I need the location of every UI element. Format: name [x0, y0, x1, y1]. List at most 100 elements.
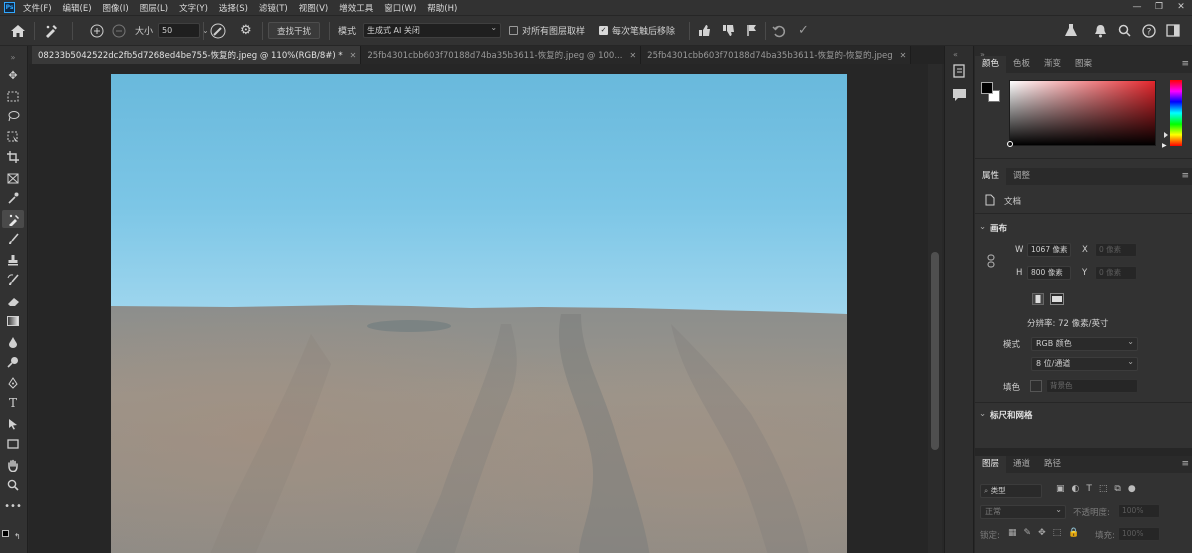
layer-kind-filter[interactable]: ⌕ 类型 [980, 484, 1042, 498]
object-selection-tool-icon[interactable] [2, 128, 24, 146]
chevron-down-icon[interactable]: ⌄ [979, 409, 986, 419]
checkbox-icon[interactable] [509, 26, 518, 35]
lock-transparency-icon[interactable]: ▦ [1008, 528, 1017, 538]
chevron-down-icon[interactable]: ⌄ [979, 222, 986, 232]
tab-paths[interactable]: 路径 [1037, 456, 1068, 473]
canvas-section-title[interactable]: 画布 [990, 222, 1007, 234]
help-icon[interactable]: ? [1142, 16, 1156, 45]
checkbox-checked-icon[interactable]: ✓ [599, 26, 608, 35]
shape-filter-icon[interactable]: ⬚ [1099, 484, 1108, 494]
menu-plugins[interactable]: 增效工具 [339, 2, 373, 14]
flask-icon[interactable] [1064, 16, 1078, 45]
tab-color[interactable]: 颜色 [975, 56, 1007, 73]
fill-opacity-input[interactable]: 100% [1118, 527, 1160, 541]
menu-select[interactable]: 选择(S) [219, 2, 248, 14]
menu-file[interactable]: 文件(F) [23, 2, 52, 14]
opacity-input[interactable]: 100% [1118, 504, 1160, 518]
history-brush-tool-icon[interactable] [2, 271, 24, 289]
panel-menu-icon[interactable]: ≡ [1181, 56, 1189, 72]
link-icon[interactable] [987, 254, 995, 271]
remove-tool-preset-icon[interactable] [43, 16, 59, 45]
flag-icon[interactable] [746, 16, 758, 45]
fill-swatch[interactable] [1030, 380, 1042, 392]
swap-colors-icon[interactable]: ↰ [14, 532, 21, 541]
lock-position-icon[interactable]: ✥ [1038, 528, 1046, 538]
more-tools-icon[interactable]: ••• [2, 497, 24, 515]
photoshop-logo-icon[interactable]: Ps [4, 2, 15, 13]
frame-tool-icon[interactable] [2, 169, 24, 187]
lock-pixels-icon[interactable]: ✎ [1024, 528, 1032, 538]
collapse-toolbar-icon[interactable]: » [2, 48, 24, 66]
canvas-area[interactable] [29, 64, 928, 553]
brush-mode-subtract-icon[interactable] [112, 16, 126, 45]
menu-image[interactable]: 图像(I) [103, 2, 129, 14]
menu-help[interactable]: 帮助(H) [427, 2, 457, 14]
path-selection-tool-icon[interactable] [2, 415, 24, 433]
type-tool-icon[interactable]: T [2, 394, 24, 412]
hue-slider[interactable] [1164, 80, 1182, 146]
filter-toggle-icon[interactable]: ● [1128, 484, 1136, 494]
document-tab[interactable]: 25fb4301cbb603f70188d74ba35b3611-恢复的.jpe… [361, 46, 642, 64]
find-distractions-button[interactable]: 查找干扰 [268, 22, 321, 39]
panel-menu-icon[interactable]: ≡ [1181, 168, 1189, 184]
saturation-brightness-field[interactable] [1007, 80, 1156, 147]
height-input[interactable]: 800 像素 [1027, 266, 1071, 280]
mode-select[interactable]: 生成式 AI 关闭 ⌄ [363, 23, 502, 38]
gradient-tool-icon[interactable] [2, 312, 24, 330]
minimize-icon[interactable]: — [1126, 0, 1148, 15]
color-picker-marker[interactable] [1007, 141, 1013, 147]
comments-panel-icon[interactable] [952, 88, 967, 105]
bit-depth-select[interactable]: 8 位/通道 [1031, 356, 1138, 371]
thumbs-up-icon[interactable] [698, 16, 711, 45]
width-input[interactable]: 1067 像素 [1027, 243, 1071, 257]
document-tab[interactable]: 25fb4301cbb603f70188d74ba35b3611-恢复的-恢复的… [641, 46, 912, 64]
close-window-icon[interactable]: ✕ [1170, 0, 1192, 15]
color-swatches[interactable]: ↰ [0, 522, 28, 552]
color-mode-select[interactable]: RGB 颜色 [1031, 336, 1138, 351]
menu-edit[interactable]: 编辑(E) [63, 2, 92, 14]
menu-filter[interactable]: 滤镜(T) [259, 2, 288, 14]
crop-tool-icon[interactable] [2, 148, 24, 166]
x-input[interactable]: 0 像素 [1095, 243, 1137, 257]
remove-tool-icon[interactable] [2, 210, 24, 228]
tab-properties[interactable]: 属性 [975, 168, 1007, 185]
hue-slider-marker[interactable] [1164, 132, 1168, 138]
landscape-orientation-icon[interactable] [1050, 293, 1064, 305]
eyedropper-tool-icon[interactable] [2, 189, 24, 207]
rectangle-tool-icon[interactable] [2, 435, 24, 453]
search-icon[interactable] [1118, 16, 1131, 45]
cancel-icon[interactable] [772, 16, 786, 45]
foreground-mini-swatch[interactable] [2, 530, 9, 537]
menu-window[interactable]: 窗口(W) [384, 2, 416, 14]
tab-gradients[interactable]: 渐变 [1037, 56, 1068, 73]
bell-icon[interactable] [1094, 16, 1107, 45]
blur-tool-icon[interactable] [2, 333, 24, 351]
close-tab-icon[interactable]: ✕ [629, 51, 636, 60]
scrollbar-thumb[interactable] [931, 252, 939, 450]
gear-icon[interactable]: ⚙ [240, 16, 252, 45]
lasso-tool-icon[interactable] [2, 107, 24, 125]
y-input[interactable]: 0 像素 [1095, 266, 1137, 280]
history-panel-icon[interactable] [952, 64, 967, 82]
type-filter-icon[interactable]: T [1086, 484, 1092, 494]
pressure-size-icon[interactable] [210, 16, 226, 45]
dodge-tool-icon[interactable] [2, 353, 24, 371]
commit-checkmark-icon[interactable]: ✓ [798, 16, 809, 45]
adjustment-filter-icon[interactable]: ◐ [1072, 484, 1080, 494]
lock-artboard-icon[interactable]: ⬚ [1053, 528, 1062, 538]
collapse-panels-icon[interactable]: « [953, 50, 958, 59]
remove-after-stroke-toggle[interactable]: ✓ 每次笔触后移除 [599, 16, 675, 45]
home-icon[interactable] [10, 16, 26, 45]
tab-patterns[interactable]: 图案 [1068, 56, 1099, 73]
zoom-tool-icon[interactable] [2, 476, 24, 494]
fg-bg-swatches[interactable] [981, 82, 1001, 104]
rulers-grids-section-title[interactable]: 标尺和网格 [990, 409, 1033, 421]
tab-layers[interactable]: 图层 [975, 456, 1007, 473]
document-tab[interactable]: 08233b5042522dc2fb5d7268ed4be755-恢复的.jpe… [32, 46, 362, 64]
panel-menu-icon[interactable]: ≡ [1181, 456, 1189, 472]
menu-view[interactable]: 视图(V) [299, 2, 328, 14]
close-tab-icon[interactable]: ✕ [350, 51, 357, 60]
workspace-icon[interactable] [1166, 16, 1180, 45]
tab-adjustments[interactable]: 调整 [1006, 168, 1037, 185]
fill-select[interactable]: 背景色 [1046, 379, 1138, 393]
